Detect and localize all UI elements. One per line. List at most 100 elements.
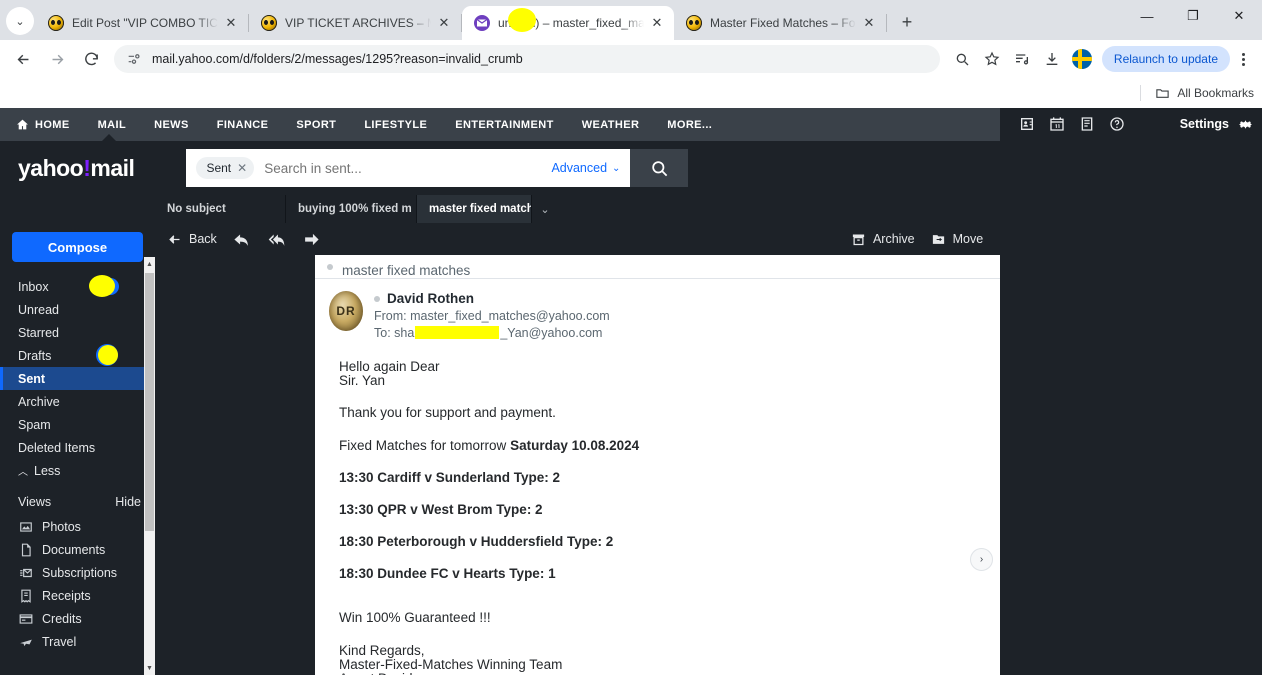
browser-tab-2-active[interactable]: unread) – master_fixed_matc ✕ bbox=[462, 6, 674, 40]
reading-list-icon[interactable] bbox=[1008, 45, 1036, 73]
sidebar-item-sent[interactable]: Sent bbox=[0, 367, 155, 390]
compose-button[interactable]: Compose bbox=[12, 232, 143, 262]
nav-item-finance[interactable]: FINANCE bbox=[217, 119, 269, 131]
search-box[interactable]: Sent ✕ Advanced ⌄ bbox=[186, 149, 631, 187]
all-bookmarks-label: All Bookmarks bbox=[1177, 86, 1254, 100]
bookmarks-bar: All Bookmarks bbox=[0, 78, 1262, 108]
sidebar-item-starred[interactable]: Starred bbox=[0, 321, 155, 344]
close-icon[interactable]: ✕ bbox=[237, 161, 247, 175]
close-window-button[interactable]: ✕ bbox=[1216, 0, 1262, 32]
close-icon[interactable]: ✕ bbox=[860, 14, 878, 32]
back-arrow-icon[interactable] bbox=[8, 44, 38, 74]
download-icon[interactable] bbox=[1038, 45, 1066, 73]
browser-tab-0[interactable]: Edit Post "VIP COMBO TICKET" ✕ bbox=[36, 6, 248, 40]
profile-flag-icon[interactable] bbox=[1068, 45, 1096, 73]
advanced-search-label: Advanced bbox=[551, 161, 608, 175]
search-button[interactable] bbox=[630, 149, 689, 187]
expand-rail-handle[interactable]: › bbox=[970, 548, 993, 571]
nav-item-entertainment[interactable]: ENTERTAINMENT bbox=[455, 119, 554, 131]
nav-item-sport[interactable]: SPORT bbox=[296, 119, 336, 131]
minimize-button[interactable]: — bbox=[1124, 0, 1170, 32]
all-bookmarks-button[interactable]: All Bookmarks bbox=[1155, 86, 1254, 101]
avatar: DR bbox=[329, 291, 363, 331]
new-tab-button[interactable]: + bbox=[893, 8, 921, 36]
drafts-count-redaction bbox=[98, 345, 118, 365]
sidebar-item-photos[interactable]: Photos bbox=[0, 515, 155, 538]
chevron-down-icon: ⌄ bbox=[612, 162, 621, 174]
contacts-icon[interactable] bbox=[1012, 110, 1042, 138]
sidebar-item-unread[interactable]: Unread bbox=[0, 298, 155, 321]
archive-button[interactable]: Archive bbox=[851, 232, 915, 247]
yahoo-mail-logo[interactable]: yahoo!mail bbox=[18, 154, 135, 182]
calendar-icon[interactable] bbox=[1042, 110, 1072, 138]
right-rail: Settings bbox=[1000, 108, 1262, 675]
maximize-button[interactable]: ❐ bbox=[1170, 0, 1216, 32]
back-button[interactable]: Back bbox=[167, 232, 217, 247]
bookmark-star-icon[interactable] bbox=[978, 45, 1006, 73]
message-tab-no-subject[interactable]: No subject bbox=[155, 195, 286, 223]
move-button[interactable]: Move bbox=[931, 232, 983, 247]
message-tab-master-fixed-matches[interactable]: master fixed matches bbox=[417, 195, 532, 223]
logo-text: yahoo bbox=[18, 154, 84, 181]
nav-item-home[interactable]: HOME bbox=[16, 118, 70, 131]
sidebar-scrollbar-thumb[interactable] bbox=[145, 273, 154, 531]
message-tab-buying-fixed[interactable]: buying 100% fixed m bbox=[286, 195, 417, 223]
address-bar[interactable]: mail.yahoo.com/d/folders/2/messages/1295… bbox=[114, 45, 940, 73]
bookmark-divider bbox=[1140, 85, 1142, 101]
reload-icon[interactable] bbox=[76, 44, 106, 74]
sidebar-item-archive[interactable]: Archive bbox=[0, 390, 155, 413]
to-line: To: sha _Yan@yahoo.com bbox=[374, 326, 1062, 340]
search-input[interactable] bbox=[254, 160, 552, 176]
sidebar-item-inbox[interactable]: Inbox bbox=[0, 275, 155, 298]
chrome-menu-icon[interactable] bbox=[1232, 45, 1254, 73]
nav-item-news[interactable]: NEWS bbox=[154, 119, 189, 131]
close-icon[interactable]: ✕ bbox=[648, 14, 666, 32]
nav-item-more[interactable]: MORE... bbox=[667, 119, 712, 131]
search-icon[interactable] bbox=[948, 45, 976, 73]
move-icon bbox=[932, 234, 944, 244]
sidebar-item-travel[interactable]: Travel bbox=[0, 630, 155, 653]
sidebar-item-documents[interactable]: Documents bbox=[0, 538, 155, 561]
home-icon bbox=[16, 118, 29, 131]
nav-item-lifestyle[interactable]: LIFESTYLE bbox=[364, 119, 427, 131]
close-icon[interactable]: ✕ bbox=[222, 14, 240, 32]
browser-tab-1[interactable]: VIP TICKET ARCHIVES – Master ✕ bbox=[249, 6, 461, 40]
forward-arrow-icon[interactable] bbox=[42, 44, 72, 74]
sidebar-item-label: Travel bbox=[42, 634, 77, 649]
sidebar-item-spam[interactable]: Spam bbox=[0, 413, 155, 436]
site-settings-icon[interactable] bbox=[126, 51, 142, 67]
chevron-down-icon[interactable]: ⌄ bbox=[532, 195, 558, 223]
views-header: Views Hide bbox=[0, 482, 155, 515]
views-hide-button[interactable]: Hide bbox=[115, 495, 141, 509]
sidebar-item-drafts[interactable]: Drafts bbox=[0, 344, 155, 367]
forward-button[interactable] bbox=[303, 231, 320, 248]
browser-tab-3[interactable]: Master Fixed Matches – Footba ✕ bbox=[674, 6, 886, 40]
sidebar-item-deleted-items[interactable]: Deleted Items bbox=[0, 436, 155, 459]
relaunch-to-update-button[interactable]: Relaunch to update bbox=[1101, 46, 1230, 72]
help-icon[interactable] bbox=[1102, 110, 1132, 138]
scroll-down-arrow-icon[interactable]: ▼ bbox=[144, 661, 155, 675]
notepad-icon[interactable] bbox=[1072, 110, 1102, 138]
tab-search-chevron-icon[interactable]: ⌄ bbox=[6, 7, 34, 35]
scroll-up-arrow-icon[interactable]: ▲ bbox=[144, 257, 155, 271]
document-icon bbox=[18, 542, 33, 557]
sidebar-item-subscriptions[interactable]: Subscriptions bbox=[0, 561, 155, 584]
sidebar-less-toggle[interactable]: ︿ Less bbox=[0, 459, 155, 482]
sidebar-less-label: Less bbox=[34, 463, 61, 478]
advanced-search-toggle[interactable]: Advanced ⌄ bbox=[551, 161, 620, 175]
close-icon[interactable]: ✕ bbox=[435, 14, 453, 32]
forward-icon bbox=[304, 233, 319, 245]
nav-item-weather[interactable]: WEATHER bbox=[582, 119, 640, 131]
reply-all-button[interactable] bbox=[268, 231, 285, 248]
nav-item-mail[interactable]: MAIL bbox=[98, 119, 126, 131]
sidebar-item-credits[interactable]: Credits bbox=[0, 607, 155, 630]
from-address: master_fixed_matches@yahoo.com bbox=[410, 309, 610, 323]
to-label: To: bbox=[374, 326, 391, 340]
settings-button[interactable]: Settings bbox=[1180, 116, 1262, 133]
search-scope-chip[interactable]: Sent ✕ bbox=[196, 157, 255, 179]
back-arrow-icon bbox=[169, 234, 180, 244]
sidebar-item-receipts[interactable]: Receipts bbox=[0, 584, 155, 607]
sidebar-scrollbar[interactable]: ▲ ▼ bbox=[144, 257, 155, 675]
reply-button[interactable] bbox=[233, 231, 250, 248]
sender-name[interactable]: David Rothen bbox=[387, 291, 474, 306]
